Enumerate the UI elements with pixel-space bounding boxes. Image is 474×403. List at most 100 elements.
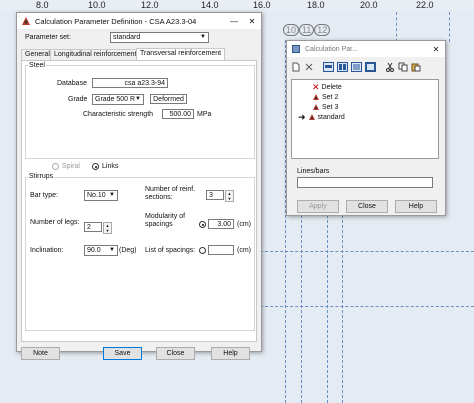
title-bar[interactable]: Calculation Par... ✕ [287, 41, 445, 57]
list-item-label: Set 3 [322, 103, 339, 111]
set-icon [313, 104, 319, 110]
legs-stepper[interactable]: ▲ ▼ [103, 222, 112, 234]
delete-icon: ✕ [312, 82, 320, 92]
database-field[interactable]: csa a23.3-94 [92, 78, 168, 88]
delete-icon[interactable] [304, 62, 314, 72]
reinf-sections-label: Number of reinf. sections: [145, 186, 196, 201]
axis-labels: 10 11 12 [283, 24, 341, 38]
parameter-set-value: standard [113, 34, 141, 41]
grade-label: Grade [68, 96, 88, 103]
links-radio[interactable] [92, 163, 99, 170]
grid-line [260, 251, 474, 252]
reinf-sections-field[interactable]: 3 [206, 190, 224, 200]
modularity-radio[interactable] [199, 221, 206, 228]
copy-icon[interactable] [398, 62, 408, 72]
lines-bars-label: Lines/bars [297, 168, 330, 175]
save-button[interactable]: Save [103, 347, 142, 360]
ruler-tick: 14.0 [201, 0, 219, 10]
list-item[interactable]: Set 3 [312, 103, 338, 111]
lines-bars-field[interactable] [297, 177, 433, 188]
tab-panel: Steel Database csa a23.3-94 Grade Grade … [21, 60, 257, 342]
reinf-sections-stepper[interactable]: ▲ ▼ [225, 190, 234, 202]
list-item[interactable]: Set 2 [312, 93, 338, 101]
grid-line [449, 12, 450, 42]
strength-field[interactable]: 500.00 [162, 109, 194, 119]
axis-label: 12 [314, 24, 331, 36]
chevron-down-icon: ▼ [109, 192, 115, 198]
arrow-right-icon: ➜ [298, 112, 306, 122]
parameter-set-select[interactable]: standard ▼ [110, 32, 209, 43]
grid-line [396, 12, 397, 42]
axis-label: 10 [283, 24, 300, 36]
help-button[interactable]: Help [211, 347, 250, 360]
parameter-set-label: Parameter set: [25, 34, 71, 41]
title-bar[interactable]: Calculation Parameter Definition - CSA A… [17, 13, 261, 29]
tab-longitudinal[interactable]: Longitudinal reinforcement [50, 49, 141, 60]
set-icon [313, 94, 319, 100]
list-item-label: Set 2 [322, 93, 339, 101]
app-icon [292, 45, 300, 53]
close-icon[interactable]: ✕ [243, 17, 261, 26]
deformed-field: Deformed [150, 94, 187, 104]
axis-label: 11 [298, 24, 315, 36]
bar-type-value: No.10 [87, 192, 106, 199]
strength-unit: MPa [197, 111, 212, 118]
links-label: Links [102, 163, 119, 170]
ruler-tick: 10.0 [88, 0, 106, 10]
grid-line [260, 306, 474, 307]
ruler-tick: 12.0 [141, 0, 159, 10]
list-item-label: Delete [321, 83, 342, 91]
ruler-tick: 20.0 [360, 0, 378, 10]
legs-label: Number of legs: [30, 219, 80, 226]
minimize-icon[interactable]: — [225, 17, 243, 26]
apply-button[interactable]: Apply [297, 200, 339, 213]
list-item[interactable]: ✕ Delete [312, 82, 342, 92]
close-button[interactable]: Close [346, 200, 388, 213]
inclination-unit: (Deg) [119, 247, 137, 254]
paste-icon[interactable] [411, 62, 421, 72]
close-button[interactable]: Close [156, 347, 195, 360]
help-button[interactable]: Help [395, 200, 437, 213]
inclination-value: 90.0 [87, 247, 101, 254]
grade-value: Grade 500 R [95, 96, 136, 103]
inclination-label: Inclination: [30, 247, 64, 254]
view4-icon[interactable] [365, 62, 376, 72]
list-of-spacings-label: List of spacings: [145, 247, 196, 254]
view2-icon[interactable] [337, 62, 348, 72]
window-title: Calculation Par... [305, 45, 358, 53]
note-button[interactable]: Note [21, 347, 60, 360]
database-label: Database [57, 80, 87, 87]
legs-field[interactable]: 2 [84, 222, 102, 232]
spiral-label: Spiral [62, 163, 80, 170]
view3-icon[interactable] [351, 62, 362, 72]
grade-select[interactable]: Grade 500 R ▼ [92, 94, 144, 105]
ruler-tick: 16.0 [253, 0, 271, 10]
list-item[interactable]: ➜ standard [298, 112, 345, 122]
scissors-icon[interactable] [385, 62, 395, 72]
stirrups-group-title: Stirrups [28, 173, 55, 180]
parameter-sets-dialog: Calculation Par... ✕ ✕ Delete Set 2 Set … [286, 40, 446, 216]
tab-general[interactable]: General [21, 49, 54, 60]
bar-type-label: Bar type: [30, 192, 59, 199]
top-ruler: 8.0 10.0 12.0 14.0 16.0 18.0 20.0 22.0 [0, 0, 474, 10]
sets-list: ✕ Delete Set 2 Set 3 ➜ standard [291, 79, 439, 159]
view1-icon[interactable] [323, 62, 334, 72]
toolbar [291, 62, 441, 74]
strength-label: Characteristic strength [83, 111, 154, 118]
chevron-down-icon: ▼ [135, 96, 141, 102]
list-item-label: standard [317, 113, 345, 121]
ruler-tick: 22.0 [416, 0, 434, 10]
inclination-select[interactable]: 90.0 ▼ [84, 245, 118, 256]
modularity-label: Modularity of spacings [145, 213, 186, 228]
window-title: Calculation Parameter Definition - CSA A… [35, 16, 197, 26]
tab-transversal[interactable]: Transversal reinforcement [136, 48, 226, 60]
modularity-field[interactable]: 3.00 [208, 219, 234, 229]
chevron-down-icon: ▼ [109, 247, 115, 253]
list-of-spacings-field[interactable] [208, 245, 234, 255]
bar-type-select[interactable]: No.10 ▼ [84, 190, 118, 201]
new-icon[interactable] [291, 62, 301, 72]
list-of-spacings-radio[interactable] [199, 247, 206, 254]
close-icon[interactable]: ✕ [427, 45, 445, 54]
list-of-spacings-unit: (cm) [237, 247, 251, 254]
spiral-radio[interactable] [52, 163, 59, 170]
